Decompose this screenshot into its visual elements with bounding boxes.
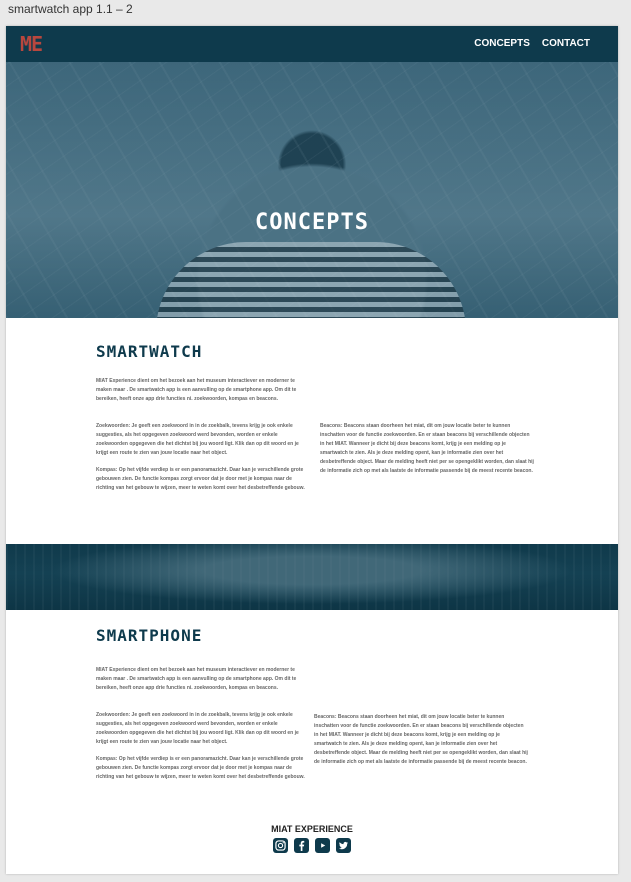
- smartphone-heading: SMARTPHONE: [96, 626, 203, 645]
- window-title: smartwatch app 1.1 – 2: [8, 2, 133, 16]
- smartwatch-intro: MIAT Experience dient om het bezoek aan …: [96, 378, 297, 402]
- artboard: ME CONCEPTS CONTACT CONCEPTS SMARTWATCH …: [6, 26, 618, 874]
- smartphone-intro: MIAT Experience dient om het bezoek aan …: [96, 667, 297, 691]
- hero-image-detail: [156, 242, 466, 318]
- footer-title: MIAT EXPERIENCE: [271, 824, 353, 834]
- instagram-icon[interactable]: [273, 838, 288, 853]
- smartwatch-heading: SMARTWATCH: [96, 342, 203, 361]
- hero-banner: CONCEPTS: [6, 62, 618, 318]
- nav-links: CONCEPTS CONTACT: [474, 38, 590, 49]
- smartphone-kompas: Kompas: Op het vijfde verdiep is er een …: [96, 756, 305, 780]
- nav-concepts[interactable]: CONCEPTS: [474, 38, 530, 49]
- nav-contact[interactable]: CONTACT: [542, 38, 590, 49]
- smartwatch-kompas: Kompas: Op het vijfde verdiep is er een …: [96, 467, 305, 491]
- social-links: [6, 838, 618, 853]
- smartwatch-zoekwoorden: Zoekwoorden: Je geeft een zoekwoord in i…: [96, 423, 299, 456]
- image-banner: [6, 544, 618, 610]
- hero-title: CONCEPTS: [255, 210, 369, 235]
- navbar: ME CONCEPTS CONTACT: [6, 26, 618, 62]
- smartphone-zoekwoorden: Zoekwoorden: Je geeft een zoekwoord in i…: [96, 712, 299, 745]
- smartwatch-beacons: Beacons: Beacons staan doorheen het miat…: [320, 423, 534, 474]
- facebook-icon[interactable]: [294, 838, 309, 853]
- smartphone-beacons: Beacons: Beacons staan doorheen het miat…: [314, 714, 528, 765]
- logo[interactable]: ME: [20, 32, 43, 56]
- twitter-icon[interactable]: [336, 838, 351, 853]
- youtube-icon[interactable]: [315, 838, 330, 853]
